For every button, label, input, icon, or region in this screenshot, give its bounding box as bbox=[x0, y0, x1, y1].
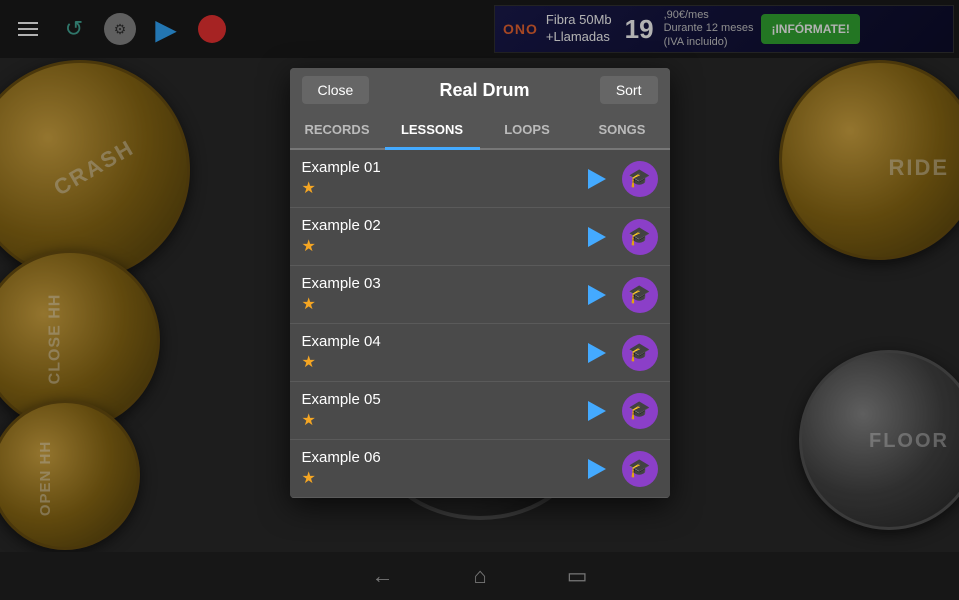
list-item-info: Example 01 ★ bbox=[302, 159, 580, 198]
item-actions: 🎓 bbox=[580, 277, 658, 313]
lesson-button[interactable]: 🎓 bbox=[622, 335, 658, 371]
item-star: ★ bbox=[302, 178, 580, 198]
item-name: Example 05 bbox=[302, 391, 580, 408]
close-button[interactable]: Close bbox=[302, 76, 370, 104]
list-item: Example 06 ★ 🎓 bbox=[290, 440, 670, 498]
play-triangle-icon bbox=[588, 285, 606, 305]
play-triangle-icon bbox=[588, 459, 606, 479]
tab-loops[interactable]: LOOPS bbox=[480, 112, 575, 150]
item-actions: 🎓 bbox=[580, 335, 658, 371]
lesson-button[interactable]: 🎓 bbox=[622, 451, 658, 487]
item-name: Example 06 bbox=[302, 449, 580, 466]
modal-overlay: Close Real Drum Sort RECORDS LESSONS LOO… bbox=[0, 0, 959, 600]
item-name: Example 02 bbox=[302, 217, 580, 234]
item-actions: 🎓 bbox=[580, 219, 658, 255]
play-triangle-icon bbox=[588, 227, 606, 247]
tab-songs[interactable]: SONGS bbox=[575, 112, 670, 150]
modal-tabs: RECORDS LESSONS LOOPS SONGS bbox=[290, 112, 670, 150]
play-item-button[interactable] bbox=[580, 336, 614, 370]
item-star: ★ bbox=[302, 468, 580, 488]
play-triangle-icon bbox=[588, 401, 606, 421]
modal-header: Close Real Drum Sort bbox=[290, 68, 670, 112]
sort-button[interactable]: Sort bbox=[600, 76, 658, 104]
modal-list: Example 01 ★ 🎓 Example 02 ★ bbox=[290, 150, 670, 498]
item-name: Example 01 bbox=[302, 159, 580, 176]
list-item: Example 03 ★ 🎓 bbox=[290, 266, 670, 324]
play-item-button[interactable] bbox=[580, 220, 614, 254]
list-item: Example 02 ★ 🎓 bbox=[290, 208, 670, 266]
item-actions: 🎓 bbox=[580, 393, 658, 429]
lesson-button[interactable]: 🎓 bbox=[622, 393, 658, 429]
item-star: ★ bbox=[302, 352, 580, 372]
item-star: ★ bbox=[302, 294, 580, 314]
modal-title: Real Drum bbox=[369, 80, 600, 101]
play-item-button[interactable] bbox=[580, 162, 614, 196]
play-item-button[interactable] bbox=[580, 278, 614, 312]
play-triangle-icon bbox=[588, 343, 606, 363]
list-item-info: Example 03 ★ bbox=[302, 275, 580, 314]
play-triangle-icon bbox=[588, 169, 606, 189]
list-item-info: Example 04 ★ bbox=[302, 333, 580, 372]
tab-lessons[interactable]: LESSONS bbox=[385, 112, 480, 150]
list-item: Example 04 ★ 🎓 bbox=[290, 324, 670, 382]
list-item-info: Example 05 ★ bbox=[302, 391, 580, 430]
lesson-button[interactable]: 🎓 bbox=[622, 219, 658, 255]
lesson-button[interactable]: 🎓 bbox=[622, 161, 658, 197]
list-item: Example 05 ★ 🎓 bbox=[290, 382, 670, 440]
item-star: ★ bbox=[302, 236, 580, 256]
item-actions: 🎓 bbox=[580, 161, 658, 197]
item-star: ★ bbox=[302, 410, 580, 430]
play-item-button[interactable] bbox=[580, 452, 614, 486]
list-item-info: Example 06 ★ bbox=[302, 449, 580, 488]
item-actions: 🎓 bbox=[580, 451, 658, 487]
tab-records[interactable]: RECORDS bbox=[290, 112, 385, 150]
list-item-info: Example 02 ★ bbox=[302, 217, 580, 256]
lesson-button[interactable]: 🎓 bbox=[622, 277, 658, 313]
play-item-button[interactable] bbox=[580, 394, 614, 428]
list-item: Example 01 ★ 🎓 bbox=[290, 150, 670, 208]
modal-dialog: Close Real Drum Sort RECORDS LESSONS LOO… bbox=[290, 68, 670, 498]
item-name: Example 04 bbox=[302, 333, 580, 350]
item-name: Example 03 bbox=[302, 275, 580, 292]
